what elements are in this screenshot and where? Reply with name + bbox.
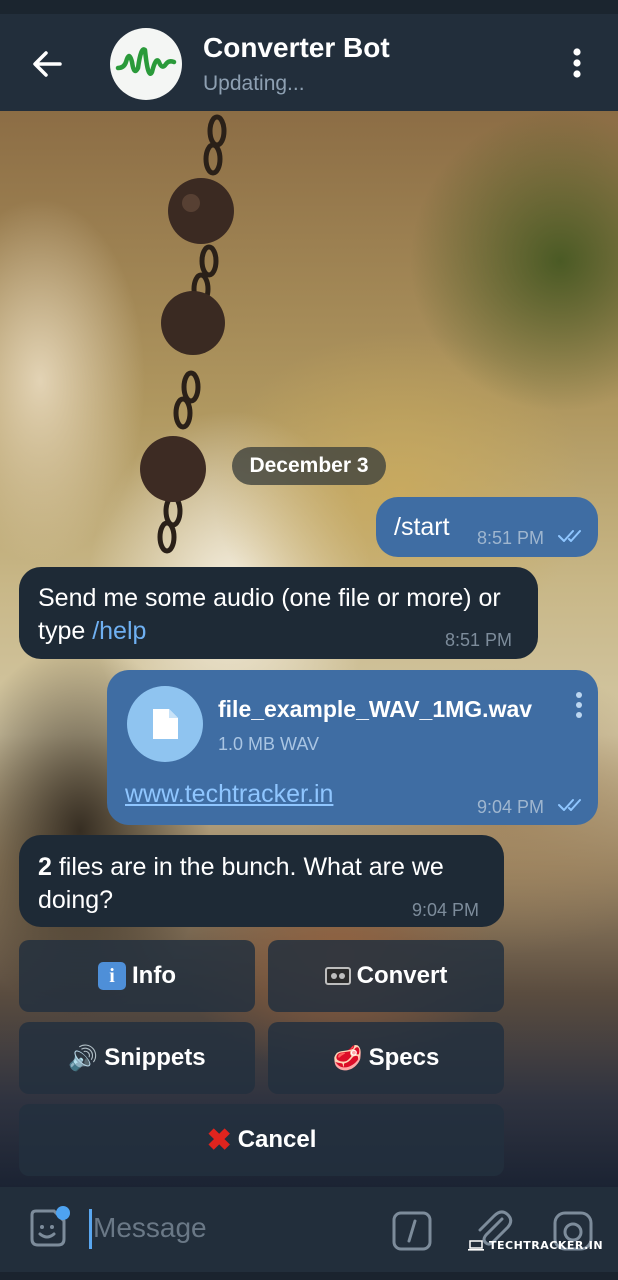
message-text: /start: [394, 513, 450, 541]
incoming-message[interactable]: Send me some audio (one file or more) or…: [19, 567, 538, 659]
speaker-emoji: 🔊: [68, 1044, 99, 1072]
navigation-bar: [0, 1272, 618, 1280]
date-separator: December 3: [232, 447, 386, 485]
snippets-button[interactable]: 🔊 Snippets: [19, 1022, 255, 1094]
chat-header: Converter Bot Updating...: [0, 14, 618, 111]
more-vertical-icon: [573, 48, 581, 78]
read-ticks-icon: [558, 799, 581, 811]
outgoing-file-message[interactable]: file_example_WAV_1MG.wav 1.0 MB WAV www.…: [107, 670, 598, 825]
outgoing-message[interactable]: /start 8:51 PM: [376, 497, 598, 557]
message-body: files are in the bunch. What are we doin…: [38, 853, 444, 914]
chat-status: Updating...: [203, 72, 305, 95]
message-time: 8:51 PM: [477, 528, 545, 548]
button-label: Snippets: [104, 1044, 206, 1071]
read-ticks-icon: [558, 530, 581, 542]
cross-mark-emoji: ✖: [206, 1123, 232, 1157]
website-link[interactable]: www.techtracker.in: [125, 780, 333, 809]
information-emoji: i: [98, 962, 126, 990]
convert-button[interactable]: Convert: [268, 940, 504, 1012]
watermark-text: TECHTRACKER.IN: [489, 1239, 604, 1252]
slash-command-icon[interactable]: [390, 1209, 434, 1253]
help-command-link[interactable]: /help: [92, 617, 146, 645]
videocassette-emoji: [324, 967, 351, 985]
sticker-icon[interactable]: [24, 1205, 72, 1253]
info-button[interactable]: i Info: [19, 940, 255, 1012]
incoming-message[interactable]: 2 files are in the bunch. What are we do…: [19, 835, 504, 927]
watermark: TECHTRACKER.IN: [467, 1239, 603, 1252]
file-name[interactable]: file_example_WAV_1MG.wav: [218, 696, 532, 723]
message-time: 8:51 PM: [445, 630, 513, 650]
file-download-button[interactable]: [127, 686, 203, 762]
laptop-icon: [468, 1240, 484, 1251]
cut-of-meat-emoji: 🥩: [332, 1044, 363, 1072]
button-label: Info: [132, 962, 176, 989]
message-input[interactable]: [93, 1205, 373, 1251]
specs-button[interactable]: 🥩 Specs: [268, 1022, 504, 1094]
back-button[interactable]: [22, 44, 72, 84]
button-label: Cancel: [237, 1126, 317, 1153]
document-icon: [153, 709, 178, 739]
text-cursor: [89, 1209, 92, 1249]
button-label: Specs: [368, 1044, 440, 1071]
file-count: 2: [38, 853, 52, 881]
message-time: 9:04 PM: [477, 797, 545, 817]
button-label: Convert: [356, 962, 448, 989]
chat-area[interactable]: December 3 /start 8:51 PM Send me some a…: [0, 111, 618, 1187]
avatar[interactable]: [110, 28, 182, 100]
file-size: 1.0 MB WAV: [218, 734, 320, 754]
more-menu-button[interactable]: [562, 44, 592, 84]
chat-title[interactable]: Converter Bot: [203, 32, 390, 64]
cancel-button[interactable]: ✖ Cancel: [19, 1104, 504, 1176]
status-bar: [0, 0, 618, 14]
message-composer: TECHTRACKER.IN: [0, 1187, 618, 1280]
message-time: 9:04 PM: [412, 900, 480, 920]
waveform-logo: [115, 47, 177, 76]
file-options-icon[interactable]: [572, 690, 586, 722]
arrow-left-icon: [33, 51, 62, 77]
